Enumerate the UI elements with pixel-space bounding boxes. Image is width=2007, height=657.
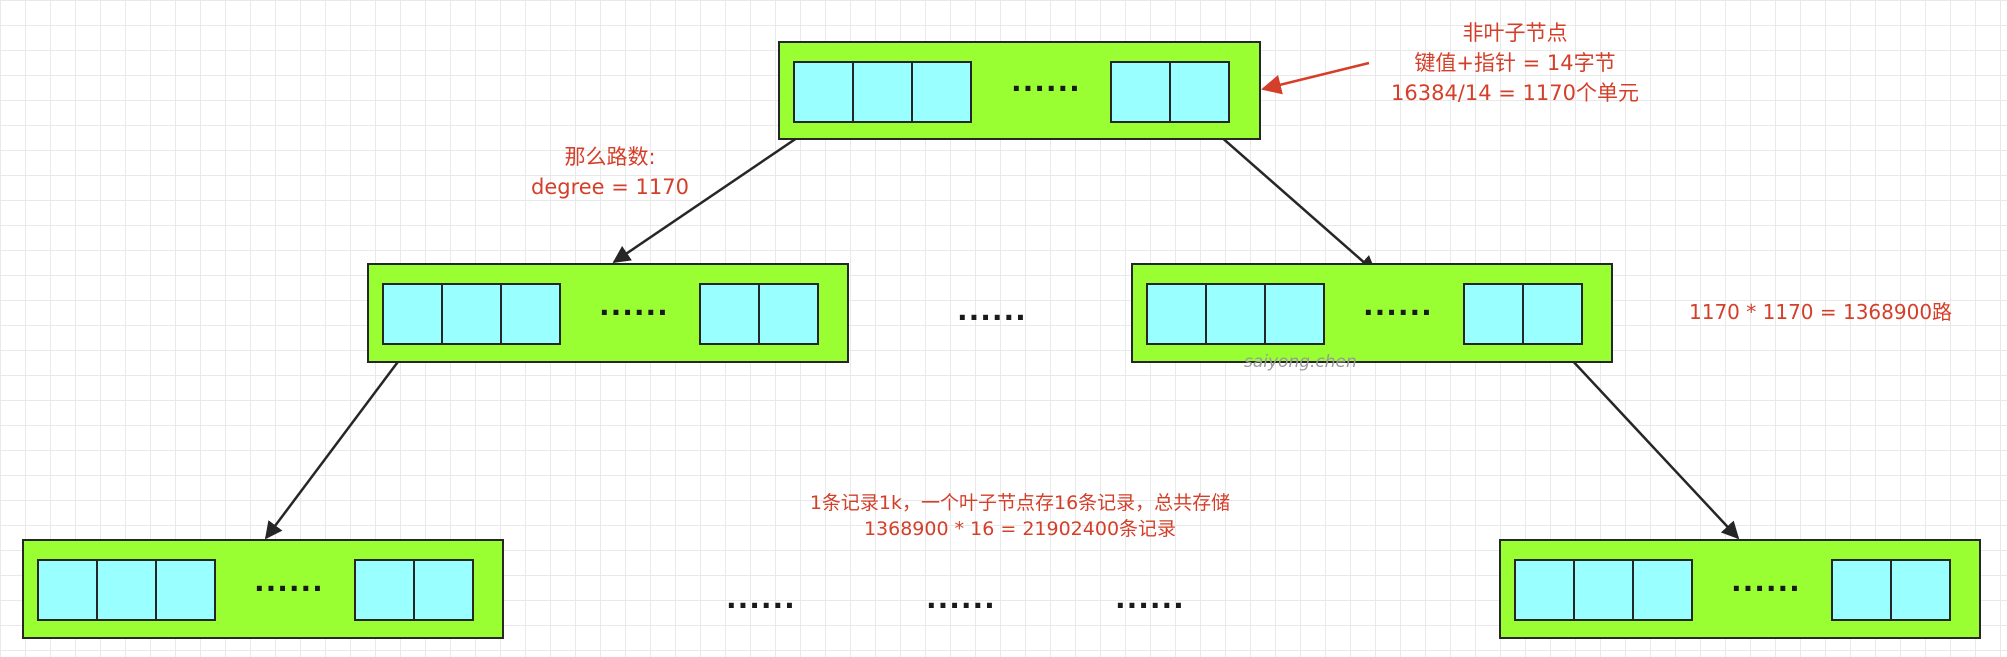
- key-cell: [1573, 559, 1634, 621]
- key-cell: [354, 559, 415, 621]
- key-cell: [1514, 559, 1575, 621]
- non-leaf-annotation: 非叶子节点 键值+指针 = 14字节 16384/14 = 1170个单元: [1345, 18, 1685, 108]
- ellipsis: ......: [254, 565, 324, 598]
- key-pointer-size: 键值+指针 = 14字节: [1414, 51, 1616, 75]
- link-right-mid-to-right-leaf: [1555, 342, 1740, 540]
- non-leaf-title: 非叶子节点: [1462, 21, 1568, 45]
- leaf-annotation: 1条记录1k，一个叶子节点存16条记录，总共存储 1368900 * 16 = …: [720, 490, 1320, 542]
- ellipsis: ......: [1363, 289, 1433, 322]
- left-leaf-node: ......: [22, 539, 504, 639]
- key-cell: [1632, 559, 1693, 621]
- root-node: ......: [778, 41, 1261, 140]
- key-cell: [699, 283, 760, 345]
- key-cell: [1110, 61, 1171, 123]
- branch-title: 那么路数:: [564, 145, 656, 169]
- right-middle-node: ......: [1131, 263, 1613, 363]
- leaf-level-ellipsis: ......: [1115, 582, 1185, 615]
- watermark: saiyong.chen: [1244, 352, 1357, 372]
- key-cell: [382, 283, 443, 345]
- leaf-level-ellipsis: ......: [726, 582, 796, 615]
- key-cell: [1169, 61, 1230, 123]
- ellipsis: ......: [599, 289, 669, 322]
- ellipsis: ......: [1011, 65, 1081, 98]
- units-per-node: 16384/14 = 1170个单元: [1391, 81, 1639, 105]
- middle-level-ellipsis: ......: [957, 294, 1027, 327]
- paths-annotation: 1170 * 1170 = 1368900路: [1689, 300, 1953, 324]
- key-cell: [1205, 283, 1266, 345]
- key-cell: [911, 61, 972, 123]
- link-root-to-right-mid: [1202, 120, 1377, 274]
- key-cell: [1890, 559, 1951, 621]
- degree-value: degree = 1170: [531, 175, 689, 199]
- key-cell: [441, 283, 502, 345]
- leaf-level-ellipsis: ......: [926, 582, 996, 615]
- key-cell: [793, 61, 854, 123]
- key-cell: [1522, 283, 1583, 345]
- key-cell: [155, 559, 216, 621]
- key-cell: [96, 559, 157, 621]
- key-cell: [758, 283, 819, 345]
- ellipsis: ......: [1731, 565, 1801, 598]
- key-cell: [37, 559, 98, 621]
- key-cell: [413, 559, 474, 621]
- key-cell: [1146, 283, 1207, 345]
- total-records-line: 1368900 * 16 = 21902400条记录: [863, 518, 1177, 540]
- right-leaf-node: ......: [1499, 539, 1981, 639]
- left-middle-node: ......: [367, 263, 849, 363]
- link-left-mid-to-left-leaf: [264, 342, 414, 540]
- leaf-capacity-line: 1条记录1k，一个叶子节点存16条记录，总共存储: [809, 492, 1231, 514]
- key-cell: [852, 61, 913, 123]
- key-cell: [500, 283, 561, 345]
- key-cell: [1463, 283, 1524, 345]
- key-cell: [1264, 283, 1325, 345]
- degree-annotation: 那么路数: degree = 1170: [490, 142, 730, 202]
- key-cell: [1831, 559, 1892, 621]
